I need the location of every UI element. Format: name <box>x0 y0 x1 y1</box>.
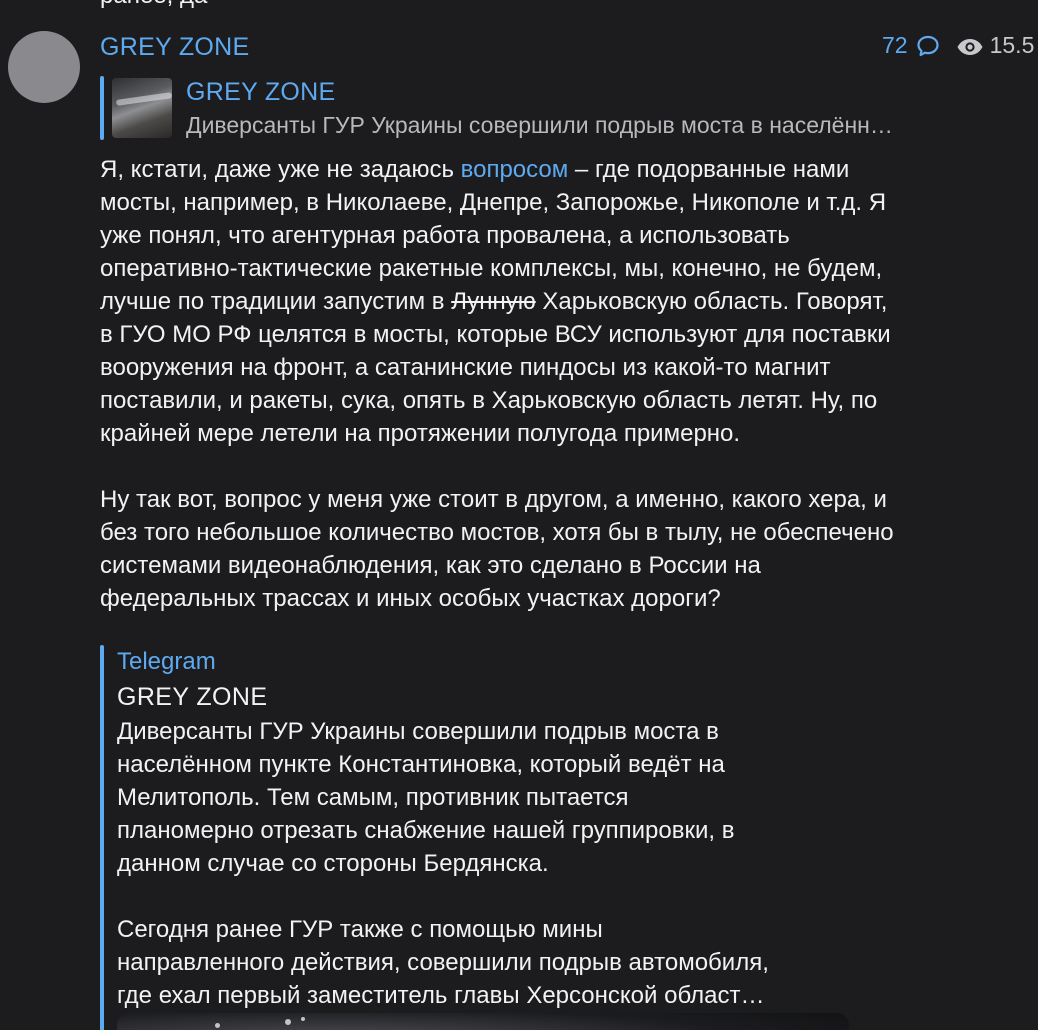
link-preview-title: GREY ZONE <box>117 683 268 711</box>
preview-line: населённом пункте Константиновка, которы… <box>117 751 725 778</box>
preview-line: Сегодня ранее ГУР также с помощью мины <box>117 916 603 943</box>
media-light-spot <box>301 1017 305 1021</box>
eye-icon <box>956 36 984 56</box>
preview-line: Мелитополь. Тем самым, противник пытаетс… <box>117 784 629 811</box>
preview-line: планомерно отрезать снабжение нашей груп… <box>117 817 735 844</box>
preview-line: Диверсанты ГУР Украины совершили подрыв … <box>117 718 719 745</box>
preview-line: направленного действия, совершили подрыв… <box>117 949 769 976</box>
media-light-spot <box>285 1019 291 1025</box>
comments-count[interactable]: 72 <box>882 32 908 59</box>
body-text: – где подорванные нами <box>568 156 850 183</box>
question-link[interactable]: вопросом <box>461 156 569 183</box>
sender-name[interactable]: GREY ZONE <box>100 33 250 62</box>
body-line: лучше по традиции запустим в Лунную Харь… <box>100 285 1030 318</box>
body-line: уже понял, что агентурная работа провале… <box>100 222 790 249</box>
chat-view: ранее, да GREY ZONE 72 15.5 GREY ZONE Ди… <box>0 0 1038 1030</box>
body-line: федеральных трассах и иных особых участк… <box>100 585 721 612</box>
message-body: Я, кстати, даже уже не задаюсь вопросом … <box>100 153 1030 615</box>
views-count: 15.5 <box>989 32 1035 58</box>
preview-line: данном случае со стороны Бердянска. <box>117 850 549 877</box>
previous-message-text: ранее, да <box>100 0 207 10</box>
preview-line <box>117 880 857 913</box>
strikethrough-text: Лунную <box>451 288 536 315</box>
body-text: Я, кстати, даже уже не задаюсь <box>100 156 461 183</box>
body-line: вооружения на фронт, а сатанинские пиндо… <box>100 354 831 381</box>
body-line: Ну так вот, вопрос у меня уже стоит в др… <box>100 486 887 513</box>
body-line: в ГУО МО РФ целятся в мосты, которые ВСУ… <box>100 321 891 348</box>
body-line: системами видеонаблюдения, как это сдела… <box>100 552 761 579</box>
comment-bubble-icon[interactable] <box>916 34 940 58</box>
body-line: без того небольшое количество мостов, хо… <box>100 519 894 546</box>
reply-quote[interactable]: GREY ZONE Диверсанты ГУР Украины соверши… <box>100 76 1030 140</box>
body-line: крайней мере летели на протяжении полуго… <box>100 420 741 447</box>
reply-quote-bar <box>100 76 104 140</box>
preview-line: где ехал первый заместитель главы Херсон… <box>117 982 765 1009</box>
body-line: оперативно-тактические ракетные комплекс… <box>100 255 883 282</box>
body-line: мосты, например, в Николаеве, Днепре, За… <box>100 189 887 216</box>
link-preview-description: Диверсанты ГУР Украины совершили подрыв … <box>117 715 857 1012</box>
avatar[interactable] <box>8 31 80 103</box>
thumbnail-light-streak <box>115 92 172 106</box>
body-text: лучше по традиции запустим в <box>100 288 452 315</box>
reply-snippet: Диверсанты ГУР Украины совершили подрыв … <box>186 112 893 138</box>
link-preview-site: Telegram <box>117 648 216 675</box>
body-text: Харьковскую область. Говорят, <box>535 288 888 315</box>
body-line: Я, кстати, даже уже не задаюсь вопросом … <box>100 153 1030 186</box>
reply-title: GREY ZONE <box>186 78 336 106</box>
post-meta: 72 15.5 <box>882 32 1034 59</box>
link-preview-media[interactable] <box>117 1013 849 1030</box>
media-light-spot <box>215 1023 220 1028</box>
link-preview-bar <box>100 645 104 1030</box>
reply-thumbnail <box>112 78 172 138</box>
link-preview[interactable]: Telegram GREY ZONE Диверсанты ГУР Украин… <box>100 645 860 1030</box>
body-line: поставили, и ракеты, сука, опять в Харьк… <box>100 387 878 414</box>
